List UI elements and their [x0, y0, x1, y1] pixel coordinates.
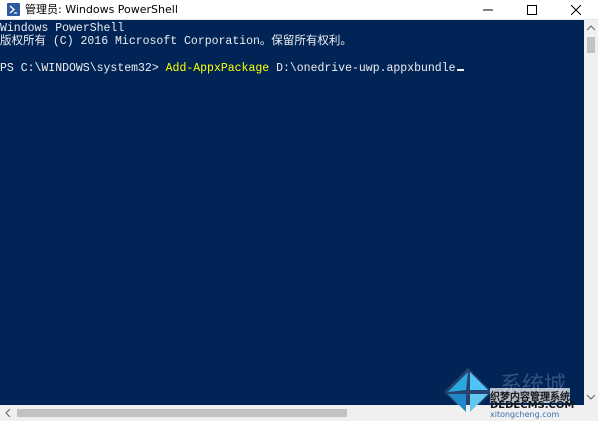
console-command-line[interactable]: PS C:\WINDOWS\system32> Add-AppxPackage … — [0, 62, 464, 76]
command-argument: D:\onedrive-uwp.appxbundle — [269, 62, 456, 75]
console-output[interactable]: Windows PowerShell 版权所有 (C) 2016 Microso… — [0, 20, 584, 405]
prompt: PS C:\WINDOWS\system32> — [0, 62, 166, 75]
vertical-scroll-thumb[interactable] — [587, 37, 595, 53]
horizontal-scroll-thumb[interactable] — [17, 409, 347, 417]
watermark-site-url: xitongcheng.com — [490, 410, 560, 419]
title-bar[interactable]: 管理员: Windows PowerShell — [0, 0, 598, 20]
minimize-icon — [483, 9, 493, 10]
scroll-up-icon[interactable] — [587, 25, 595, 31]
console-line-banner: Windows PowerShell — [0, 22, 125, 35]
windows-logo-watermark — [444, 368, 492, 416]
scroll-left-icon[interactable] — [5, 409, 11, 417]
window-title: 管理员: Windows PowerShell — [25, 3, 178, 16]
vertical-scrollbar[interactable] — [584, 20, 598, 405]
maximize-button[interactable] — [510, 0, 554, 19]
scroll-down-icon[interactable] — [587, 394, 595, 400]
scrollbar-corner — [584, 405, 598, 421]
minimize-button[interactable] — [466, 0, 510, 19]
console-line-copyright: 版权所有 (C) 2016 Microsoft Corporation。保留所有… — [0, 35, 352, 48]
maximize-icon — [527, 4, 537, 15]
close-button[interactable] — [554, 0, 598, 19]
powershell-icon — [7, 3, 20, 16]
command-name: Add-AppxPackage — [165, 62, 270, 75]
powershell-window: 管理员: Windows PowerShell Windows PowerShe… — [0, 0, 598, 421]
text-cursor — [456, 69, 464, 71]
close-icon — [571, 4, 581, 15]
